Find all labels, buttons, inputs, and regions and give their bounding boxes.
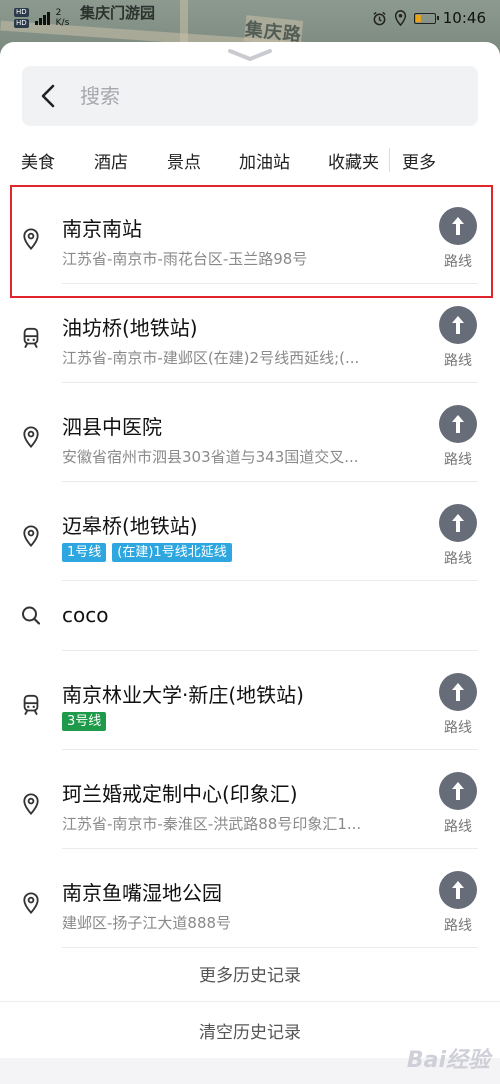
battery-icon [413,12,439,24]
route-arrow-icon [439,405,477,443]
history-item-title: 油坊桥(地铁站) [62,316,198,340]
signal-icon [34,11,50,25]
history-item-title: 南京南站 [62,217,142,241]
route-button[interactable]: 路线 [438,405,478,469]
route-label: 路线 [444,353,472,369]
location-pin-icon [21,228,41,250]
route-label: 路线 [444,551,472,567]
more-history-button[interactable]: 更多历史记录 [0,945,500,1001]
history-item[interactable]: 迈皋桥(地铁站) 1号线 (在建)1号线北延线 路线 [0,482,500,581]
category-divider [389,148,390,172]
history-item[interactable]: 珂兰婚戒定制中心(印象汇) 江苏省-南京市-秦淮区-洪武路88号印象汇1... 路线 [0,750,500,849]
status-right: 10:46 [372,9,486,27]
metro-line-tags: 3号线 [62,712,107,731]
hd-indicators: HD HD [14,8,29,28]
route-arrow-icon [439,772,477,810]
location-pin-icon [21,892,41,914]
watermark-logo: Bai经验 [406,1048,490,1073]
route-label: 路线 [444,452,472,468]
history-item-title: 南京林业大学·新庄(地铁站) [62,683,304,707]
hd-badge-1: HD [14,8,29,17]
search-input[interactable] [78,83,442,109]
speed-unit: K/s [55,18,70,28]
metro-icon [21,694,41,716]
category-gas-station[interactable]: 加油站 [239,148,290,173]
history-item-address: 建邺区-扬子江大道888号 [62,914,232,932]
metro-line-tag: (在建)1号线北延线 [112,543,232,562]
route-label: 路线 [444,819,472,835]
history-item[interactable]: 南京鱼嘴湿地公园建邺区-扬子江大道888号 路线 [0,849,500,948]
location-pin-icon [21,525,41,547]
alarm-icon [373,11,386,25]
status-left: HD HD 2 K/s [14,8,69,28]
history-item[interactable]: 泗县中医院安徽省宿州市泗县303省道与343国道交叉... 路线 [0,383,500,482]
history-item-address: 江苏省-南京市-建邺区(在建)2号线西延线;(... [62,349,360,367]
history-item[interactable]: 油坊桥(地铁站) 江苏省-南京市-建邺区(在建)2号线西延线;(... 路线 [0,284,500,383]
metro-icon [21,327,41,349]
history-item-title: 迈皋桥(地铁站) [62,514,198,538]
category-favorites[interactable]: 收藏夹 [328,148,379,173]
category-scenic[interactable]: 景点 [167,148,201,173]
history-item[interactable]: 南京林业大学·新庄(地铁站) 3号线 路线 [0,651,500,750]
route-button[interactable]: 路线 [438,504,478,568]
category-hotel[interactable]: 酒店 [94,148,128,173]
route-arrow-icon [439,871,477,909]
category-bar: 美食 酒店 景点 加油站 收藏夹 更多 [0,140,500,180]
history-item-title: 珂兰婚戒定制中心(印象汇) [62,782,298,806]
hd-badge-2: HD [14,19,29,28]
status-bar: HD HD 2 K/s 10:46 [0,0,500,36]
history-item-title: 泗县中医院 [62,415,162,439]
location-pin-icon [21,793,41,815]
history-list: 南京南站 江苏省-南京市-雨花台区-玉兰路98号 路线 油坊桥(地铁站) 江苏省-南京市… [0,185,500,948]
speed-value: 2 [55,8,62,18]
network-speed: 2 K/s [56,8,70,28]
metro-line-tag: 1号线 [62,543,107,562]
search-icon [21,605,41,627]
clock-time: 10:46 [442,9,486,27]
back-arrow-icon[interactable] [38,83,60,109]
metro-line-tag: 3号线 [62,712,107,731]
search-bar[interactable] [22,66,478,126]
search-sheet: 美食 酒店 景点 加油站 收藏夹 更多 南京南站江苏省-南京市-雨花台区-玉兰路… [0,42,500,1084]
route-button[interactable]: 路线 [438,306,478,370]
route-label: 路线 [444,918,472,934]
route-arrow-icon [439,207,477,245]
metro-line-tags: 1号线 (在建)1号线北延线 [62,543,232,562]
history-item-title: 南京鱼嘴湿地公园 [62,881,222,905]
route-button[interactable]: 路线 [438,871,478,935]
route-arrow-icon [439,504,477,542]
history-item[interactable]: coco [0,581,500,651]
history-item-address: 江苏省-南京市-秦淮区-洪武路88号印象汇1... [62,815,362,833]
route-button[interactable]: 路线 [438,772,478,836]
history-item-address: 安徽省宿州市泗县303省道与343国道交叉... [62,448,359,466]
route-arrow-icon [439,306,477,344]
location-pin-icon [21,426,41,448]
location-status-icon [394,10,406,26]
history-item-address: 江苏省-南京市-雨花台区-玉兰路98号 [62,250,308,268]
route-arrow-icon [439,673,477,711]
sheet-collapse-handle-icon[interactable] [226,48,274,62]
route-button[interactable]: 路线 [438,207,478,271]
route-label: 路线 [444,254,472,270]
route-label: 路线 [444,720,472,736]
history-item-title: coco [62,603,109,627]
history-item[interactable]: 南京南站江苏省-南京市-雨花台区-玉兰路98号 路线 [0,185,500,284]
route-button[interactable]: 路线 [438,673,478,737]
category-food[interactable]: 美食 [21,148,55,173]
category-more[interactable]: 更多 [402,148,436,173]
